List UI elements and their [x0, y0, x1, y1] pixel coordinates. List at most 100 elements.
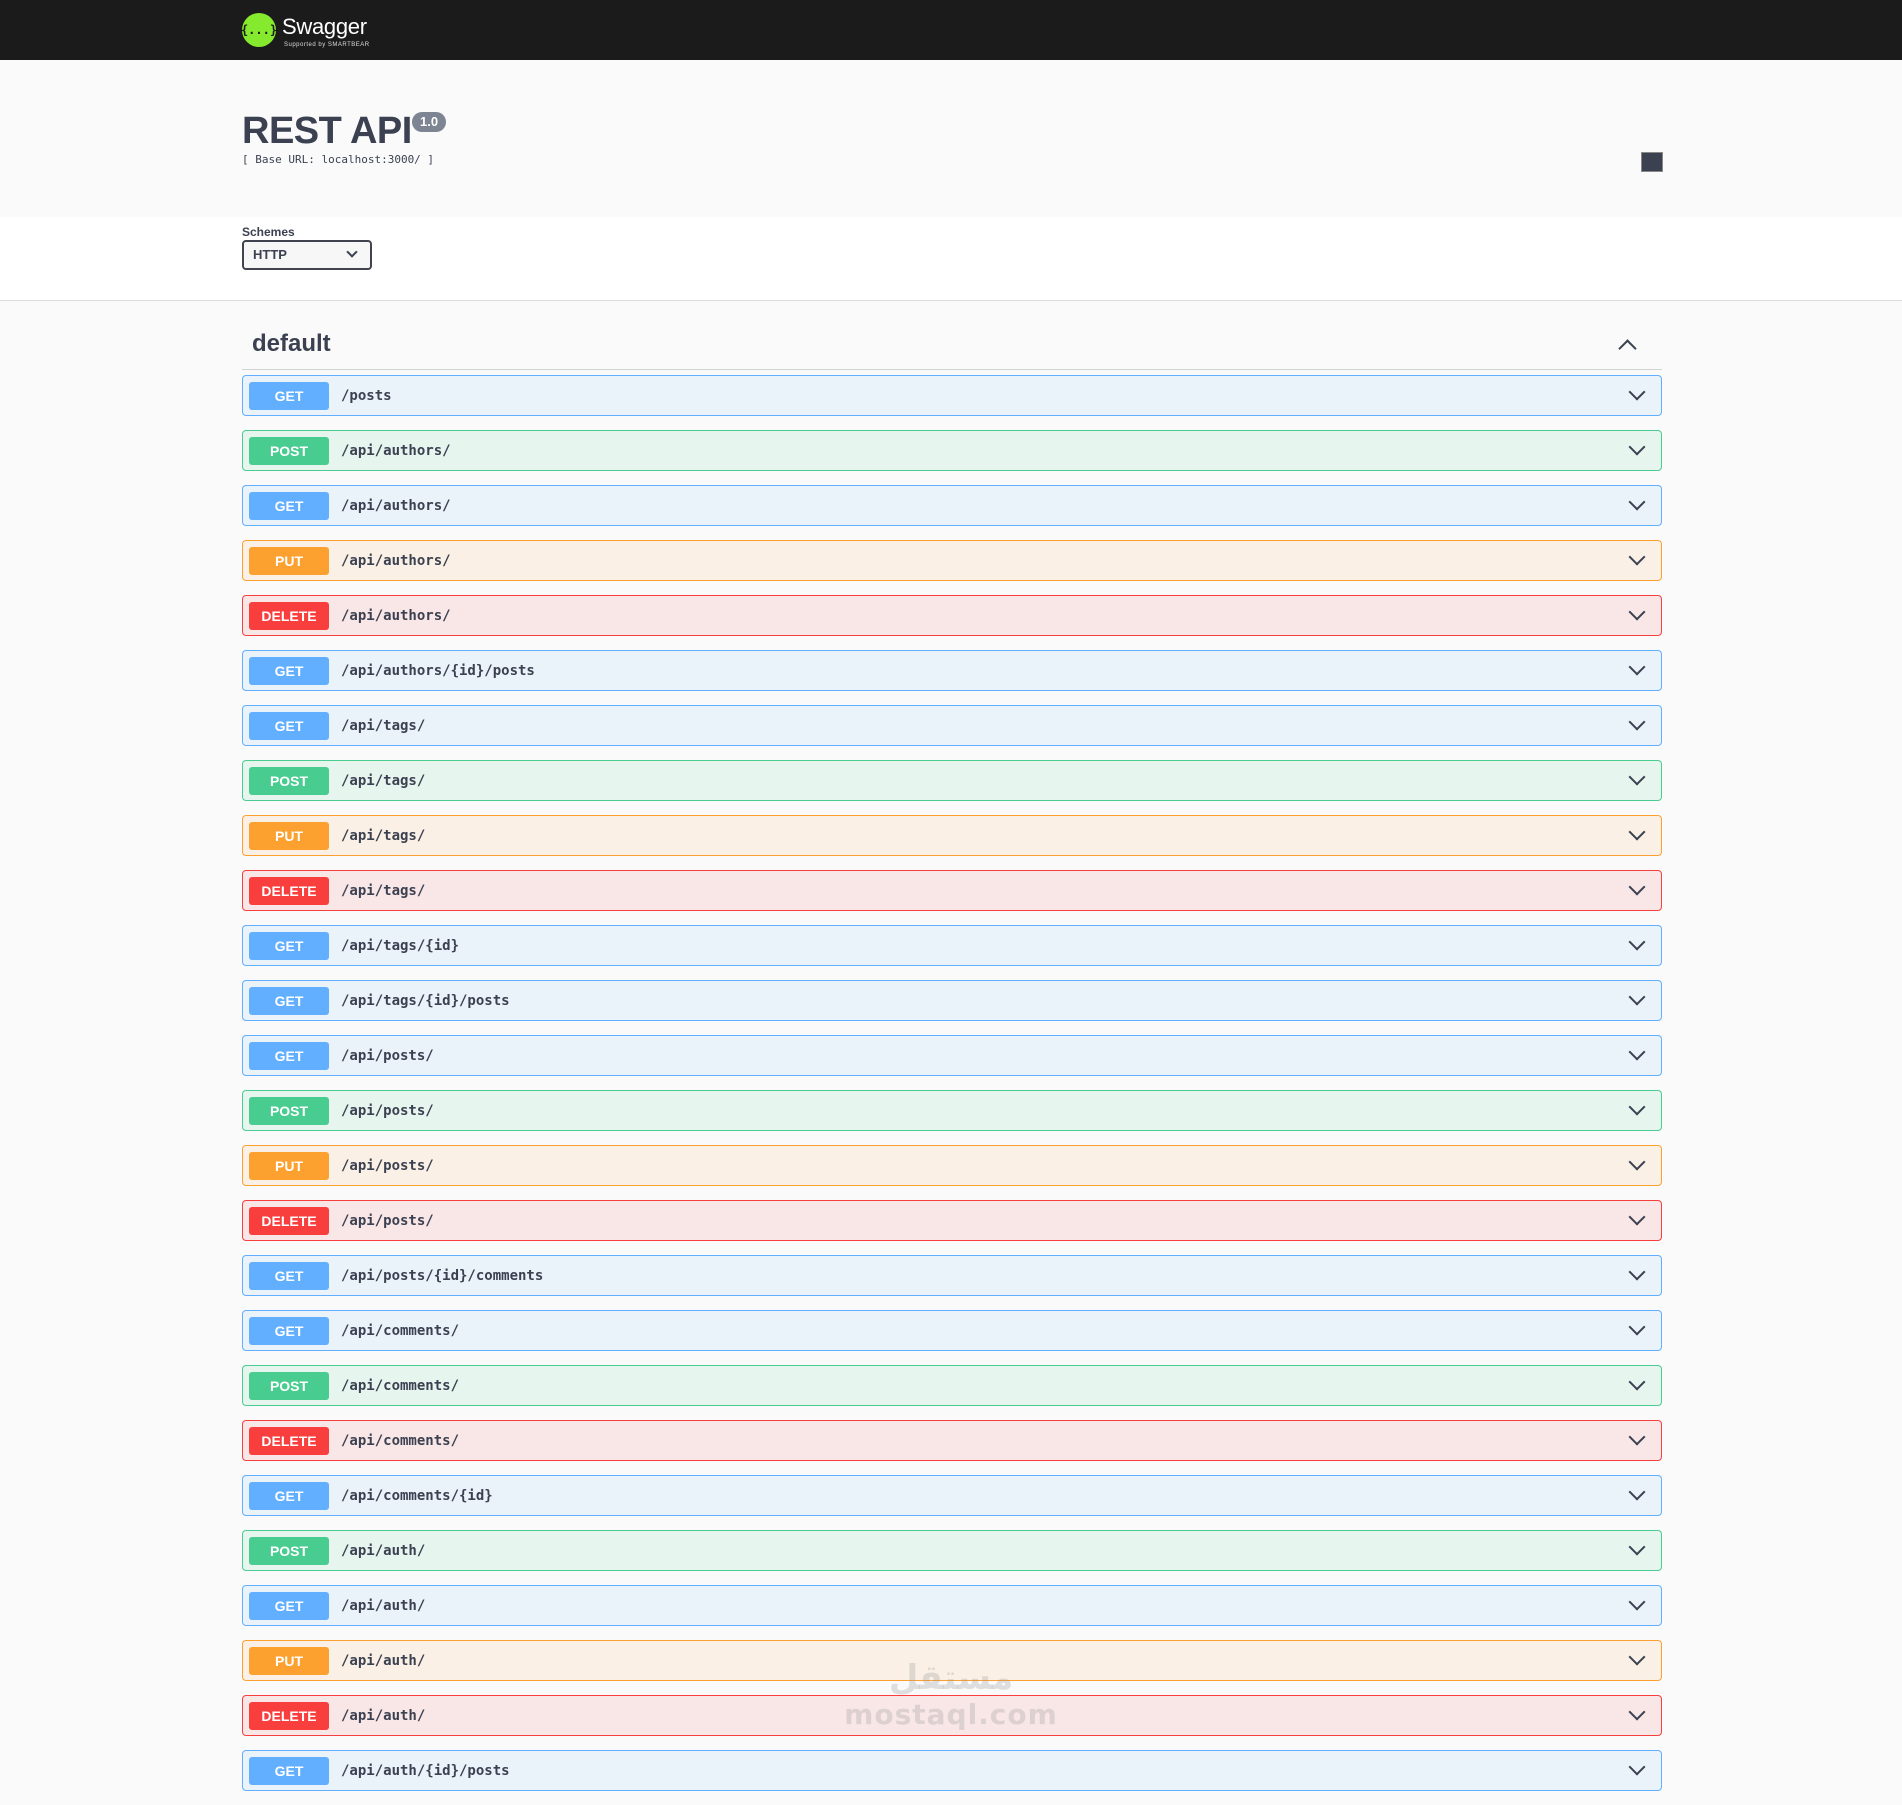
chevron-down-icon[interactable]: [1628, 713, 1646, 731]
chevron-down-icon[interactable]: [1628, 878, 1646, 896]
method-badge: GET: [249, 1756, 329, 1785]
operation-row[interactable]: DELETE/api/posts/: [242, 1200, 1662, 1241]
chevron-down-icon[interactable]: [1628, 1318, 1646, 1336]
version-badge: 1.0: [412, 112, 447, 132]
logo-text: Swagger Supported by SMARTBEAR: [282, 10, 392, 50]
chevron-down-icon[interactable]: [1628, 1483, 1646, 1501]
operation-path: /api/tags/: [341, 882, 426, 899]
operation-path: /api/tags/{id}/posts: [341, 992, 510, 1009]
logo-name: Swagger: [282, 14, 367, 39]
operation-row[interactable]: PUT/api/authors/: [242, 540, 1662, 581]
chevron-down-icon[interactable]: [1628, 933, 1646, 951]
operation-row[interactable]: POST/api/tags/: [242, 760, 1662, 801]
watermark: مستقل mostaql.com: [836, 1650, 1066, 1731]
chevron-down-icon[interactable]: [1628, 1153, 1646, 1171]
operation-path: /api/auth/: [341, 1597, 426, 1614]
operation-row[interactable]: GET/api/comments/{id}: [242, 1475, 1662, 1516]
operation-path: /api/authors/{id}/posts: [341, 662, 535, 679]
chevron-down-icon[interactable]: [1628, 1263, 1646, 1281]
operation-row[interactable]: DELETE/api/authors/: [242, 595, 1662, 636]
operation-row[interactable]: GET/api/posts/: [242, 1035, 1662, 1076]
schemes-select[interactable]: HTTP: [242, 240, 372, 270]
method-badge: GET: [249, 986, 329, 1015]
operation-row[interactable]: PUT/api/tags/: [242, 815, 1662, 856]
chevron-down-icon[interactable]: [1628, 1703, 1646, 1721]
operation-path: /api/authors/: [341, 442, 451, 459]
chevron-down-icon[interactable]: [1628, 1538, 1646, 1556]
chevron-down-icon[interactable]: [1628, 1648, 1646, 1666]
operation-path: /api/posts/: [341, 1047, 434, 1064]
operation-row[interactable]: GET/api/tags/{id}/posts: [242, 980, 1662, 1021]
operation-path: /api/tags/: [341, 717, 426, 734]
chevron-down-icon[interactable]: [1628, 988, 1646, 1006]
chevron-down-icon[interactable]: [1628, 1098, 1646, 1116]
method-badge: GET: [249, 656, 329, 685]
logo-glyph: {...}: [240, 23, 278, 37]
operation-path: /api/authors/: [341, 497, 451, 514]
operation-path: /api/auth/: [341, 1652, 426, 1669]
operation-path: /api/posts/: [341, 1102, 434, 1119]
section-header-default[interactable]: default: [242, 318, 1662, 370]
operation-row[interactable]: POST/api/comments/: [242, 1365, 1662, 1406]
operation-row[interactable]: GET/api/posts/{id}/comments: [242, 1255, 1662, 1296]
method-badge: POST: [249, 1536, 329, 1565]
method-badge: DELETE: [249, 1426, 329, 1455]
top-bar: {...} Swagger Supported by SMARTBEAR: [0, 0, 1902, 60]
chevron-down-icon[interactable]: [1628, 548, 1646, 566]
chevron-down-icon[interactable]: [1628, 1373, 1646, 1391]
validator-badge-icon[interactable]: [1641, 152, 1663, 172]
chevron-down-icon[interactable]: [1628, 1758, 1646, 1776]
operation-path: /api/comments/: [341, 1432, 460, 1449]
method-badge: POST: [249, 766, 329, 795]
operation-row[interactable]: GET/posts: [242, 375, 1662, 416]
method-badge: GET: [249, 1591, 329, 1620]
operation-row[interactable]: DELETE/api/tags/: [242, 870, 1662, 911]
operation-path: /api/auth/: [341, 1707, 426, 1724]
operation-row[interactable]: GET/api/tags/{id}: [242, 925, 1662, 966]
chevron-down-icon[interactable]: [1628, 823, 1646, 841]
operation-path: /api/auth/{id}/posts: [341, 1762, 510, 1779]
operation-path: /posts: [341, 387, 392, 404]
schemes-selected-value: HTTP: [253, 247, 287, 262]
chevron-down-icon: [346, 246, 358, 258]
chevron-down-icon[interactable]: [1628, 1428, 1646, 1446]
operation-path: /api/tags/: [341, 827, 426, 844]
operation-row[interactable]: POST/api/posts/: [242, 1090, 1662, 1131]
operation-row[interactable]: GET/api/tags/: [242, 705, 1662, 746]
operation-row[interactable]: POST/api/authors/: [242, 430, 1662, 471]
method-badge: POST: [249, 1096, 329, 1125]
method-badge: PUT: [249, 1151, 329, 1180]
method-badge: POST: [249, 436, 329, 465]
chevron-down-icon[interactable]: [1628, 438, 1646, 456]
operation-row[interactable]: GET/api/comments/: [242, 1310, 1662, 1351]
chevron-up-icon: [1618, 339, 1637, 358]
chevron-down-icon[interactable]: [1628, 383, 1646, 401]
operation-row[interactable]: GET/api/authors/{id}/posts: [242, 650, 1662, 691]
operation-path: /api/auth/: [341, 1542, 426, 1559]
chevron-down-icon[interactable]: [1628, 493, 1646, 511]
operation-row[interactable]: POST/api/auth/: [242, 1530, 1662, 1571]
chevron-down-icon[interactable]: [1628, 768, 1646, 786]
chevron-down-icon[interactable]: [1628, 1593, 1646, 1611]
logo-subtitle: Supported by SMARTBEAR: [284, 42, 370, 48]
schemes-bar: Schemes HTTP: [0, 217, 1902, 301]
operation-row[interactable]: DELETE/api/comments/: [242, 1420, 1662, 1461]
operation-row[interactable]: GET/api/auth/: [242, 1585, 1662, 1626]
method-badge: GET: [249, 1041, 329, 1070]
schemes-label: Schemes: [242, 225, 295, 239]
chevron-down-icon[interactable]: [1628, 1208, 1646, 1226]
swagger-logo[interactable]: {...} Swagger Supported by SMARTBEAR: [240, 10, 392, 50]
operation-row[interactable]: GET/api/authors/: [242, 485, 1662, 526]
operation-path: /api/authors/: [341, 607, 451, 624]
chevron-down-icon[interactable]: [1628, 1043, 1646, 1061]
section-title: default: [252, 330, 331, 357]
operation-path: /api/posts/: [341, 1212, 434, 1229]
chevron-down-icon[interactable]: [1628, 658, 1646, 676]
operation-path: /api/tags/: [341, 772, 426, 789]
operation-path: /api/authors/: [341, 552, 451, 569]
operation-row[interactable]: PUT/api/posts/: [242, 1145, 1662, 1186]
chevron-down-icon[interactable]: [1628, 603, 1646, 621]
operation-row[interactable]: GET/api/auth/{id}/posts: [242, 1750, 1662, 1791]
operation-path: /api/comments/{id}: [341, 1487, 493, 1504]
method-badge: PUT: [249, 546, 329, 575]
